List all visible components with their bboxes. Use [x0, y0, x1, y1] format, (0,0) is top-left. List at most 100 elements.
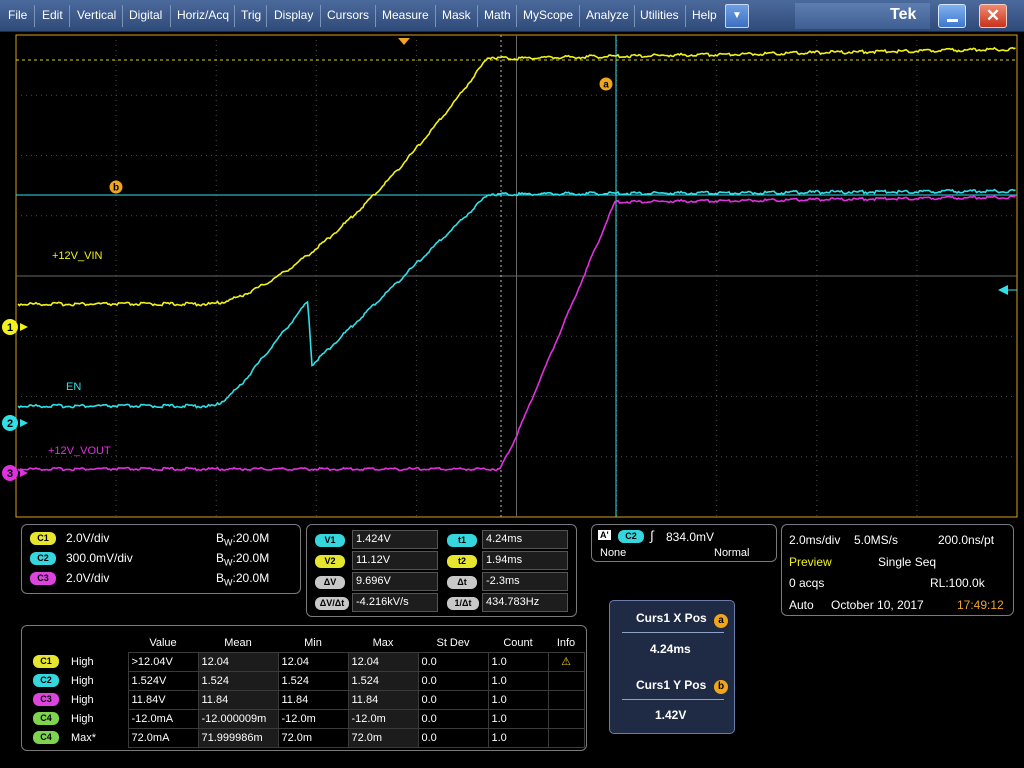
slope-value: -4.216kV/s [352, 593, 438, 612]
warning-icon[interactable]: ⚠ [547, 651, 585, 672]
rising-edge-icon: ∫ [650, 528, 654, 543]
trigger-box[interactable]: A' C2 ∫ 834.0mV None Normal [591, 524, 777, 562]
meas-value: 11.84V [127, 689, 199, 710]
ch1-ground-marker: 1 [2, 319, 28, 335]
measurements-box[interactable]: Value Mean Min Max St Dev Count Info C1 … [21, 625, 587, 751]
trigger-mode-auto: Auto [789, 598, 814, 612]
menu-measure[interactable]: Measure [380, 8, 431, 22]
curs1-y-value[interactable]: 1.42V [655, 708, 686, 722]
cursor-position-box[interactable]: Curs1 X Pos a 4.24ms Curs1 Y Pos b 1.42V [609, 600, 735, 734]
meas-source-chip[interactable]: C3 [33, 693, 59, 706]
menu-edit[interactable]: Edit [40, 8, 65, 22]
meas-max: 12.04 [347, 651, 419, 672]
menu-digital[interactable]: Digital [127, 8, 164, 22]
meas-min: 11.84 [277, 689, 349, 710]
meas-stdev: 0.0 [417, 727, 489, 748]
meas-info [547, 708, 585, 729]
count-header: Count [503, 636, 533, 649]
menu-separator [320, 5, 321, 27]
delta-v-value: 9.696V [352, 572, 438, 591]
channel-row[interactable]: C1 2.0V/div BW:20.0M [30, 531, 269, 547]
sample-rate: 5.0MS/s [854, 533, 899, 547]
menu-vertical[interactable]: Vertical [75, 8, 118, 22]
minimize-button[interactable] [938, 4, 966, 28]
waveform-display[interactable]: 1 2 3 a b +12V_VIN EN +12V_VOUT [0, 32, 1024, 520]
trigger-level: 834.0mV [666, 530, 715, 544]
ch1-chip[interactable]: C1 [30, 532, 56, 546]
meas-mean: 11.84 [197, 689, 279, 710]
run-mode: Single Seq [878, 555, 937, 569]
v2-value: 11.12V [352, 551, 438, 570]
meas-source-chip[interactable]: C2 [33, 674, 59, 687]
meas-max: 1.524 [347, 670, 419, 691]
meas-type: High [71, 655, 94, 668]
menu-separator [122, 5, 123, 27]
menu-math[interactable]: Math [482, 8, 513, 22]
curs1-x-value[interactable]: 4.24ms [650, 642, 691, 656]
close-button[interactable]: ✕ [979, 4, 1007, 28]
menu-separator [685, 5, 686, 27]
menu-mask[interactable]: Mask [440, 8, 473, 22]
acq-count: 0 acqs [789, 576, 825, 590]
meas-source-chip[interactable]: C4 [33, 712, 59, 725]
table-row[interactable]: C1 High >12.04V 12.04 12.04 12.04 0.0 1.… [30, 651, 585, 672]
channel-scale-box[interactable]: C1 2.0V/div BW:20.0M C2 300.0mV/div BW:2… [21, 524, 301, 594]
cursor-a-badge: a [714, 614, 728, 628]
menu-display[interactable]: Display [272, 8, 315, 22]
ch2-ground-marker-arrow [20, 419, 28, 427]
slope-chip: ΔV/Δt [315, 597, 349, 610]
meas-count: 1.0 [487, 651, 549, 672]
menu-file[interactable]: File [6, 8, 29, 22]
ch2-ground-marker-label: 2 [7, 418, 13, 430]
table-row[interactable]: C4 Max* 72.0mA 71.999986m 72.0m 72.0m 0.… [30, 727, 585, 748]
t1-value: 4.24ms [482, 530, 568, 549]
value-header: Value [149, 636, 177, 649]
channel-row[interactable]: C2 300.0mV/div BW:20.0M [30, 551, 269, 567]
ch3-ground-marker-label: 3 [7, 468, 13, 480]
meas-type: High [71, 693, 94, 706]
table-row[interactable]: C2 High 1.524V 1.524 1.524 1.524 0.0 1.0 [30, 670, 585, 691]
menu-cursors[interactable]: Cursors [325, 8, 371, 22]
menu-myscope[interactable]: MyScope [521, 8, 575, 22]
menu-bar: File Edit Vertical Digital Horiz/Acq Tri… [0, 0, 1024, 32]
graticule[interactable]: 1 2 3 a b [0, 32, 1024, 520]
ch2-chip[interactable]: C2 [30, 552, 56, 566]
ch2-ground-marker: 2 [2, 415, 28, 431]
menu-separator [435, 5, 436, 27]
ch1-bandwidth: BW:20.0M [216, 531, 270, 548]
acquisition-box[interactable]: 2.0ms/div 5.0MS/s 200.0ns/pt Preview Sin… [781, 524, 1014, 616]
meas-value: 72.0mA [127, 727, 199, 748]
min-header: Min [304, 636, 322, 649]
menu-dropdown-button[interactable]: ▼ [725, 4, 749, 28]
ch1-scale: 2.0V/div [66, 531, 110, 545]
ch3-chip[interactable]: C3 [30, 572, 56, 586]
ch3-bandwidth: BW:20.0M [216, 571, 270, 588]
menu-trig[interactable]: Trig [239, 8, 263, 22]
trigger-coupling: None [600, 547, 627, 559]
channel-row[interactable]: C3 2.0V/div BW:20.0M [30, 571, 269, 587]
meas-min: 12.04 [277, 651, 349, 672]
table-row[interactable]: C3 High 11.84V 11.84 11.84 11.84 0.0 1.0 [30, 689, 585, 710]
cursor-a-icon: a [599, 77, 613, 91]
menu-horiz-acq[interactable]: Horiz/Acq [175, 8, 231, 22]
meas-max: 11.84 [347, 689, 419, 710]
trigger-source-chip[interactable]: C2 [618, 530, 644, 543]
meas-type: High [71, 712, 94, 725]
table-row[interactable]: C4 High -12.0mA -12.000009m -12.0m -12.0… [30, 708, 585, 729]
meas-count: 1.0 [487, 689, 549, 710]
ch3-ground-marker: 3 [2, 465, 28, 481]
curs1-y-title: Curs1 Y Pos [636, 678, 707, 692]
meas-type: Max* [71, 731, 97, 744]
meas-mean: 71.999986m [197, 727, 279, 748]
meas-mean: -12.000009m [197, 708, 279, 729]
v1-value: 1.424V [352, 530, 438, 549]
meas-source-chip[interactable]: C1 [33, 655, 59, 668]
cursor-readout-box[interactable]: V1 1.424V t1 4.24ms V2 11.12V t2 1.94ms … [306, 524, 577, 617]
meas-value: >12.04V [127, 651, 199, 672]
menu-separator [516, 5, 517, 27]
meas-source-chip[interactable]: C4 [33, 731, 59, 744]
chevron-down-icon: ▼ [732, 10, 742, 21]
menu-help[interactable]: Help [690, 8, 719, 22]
menu-analyze[interactable]: Analyze [584, 8, 631, 22]
menu-utilities[interactable]: Utilities [638, 8, 681, 22]
